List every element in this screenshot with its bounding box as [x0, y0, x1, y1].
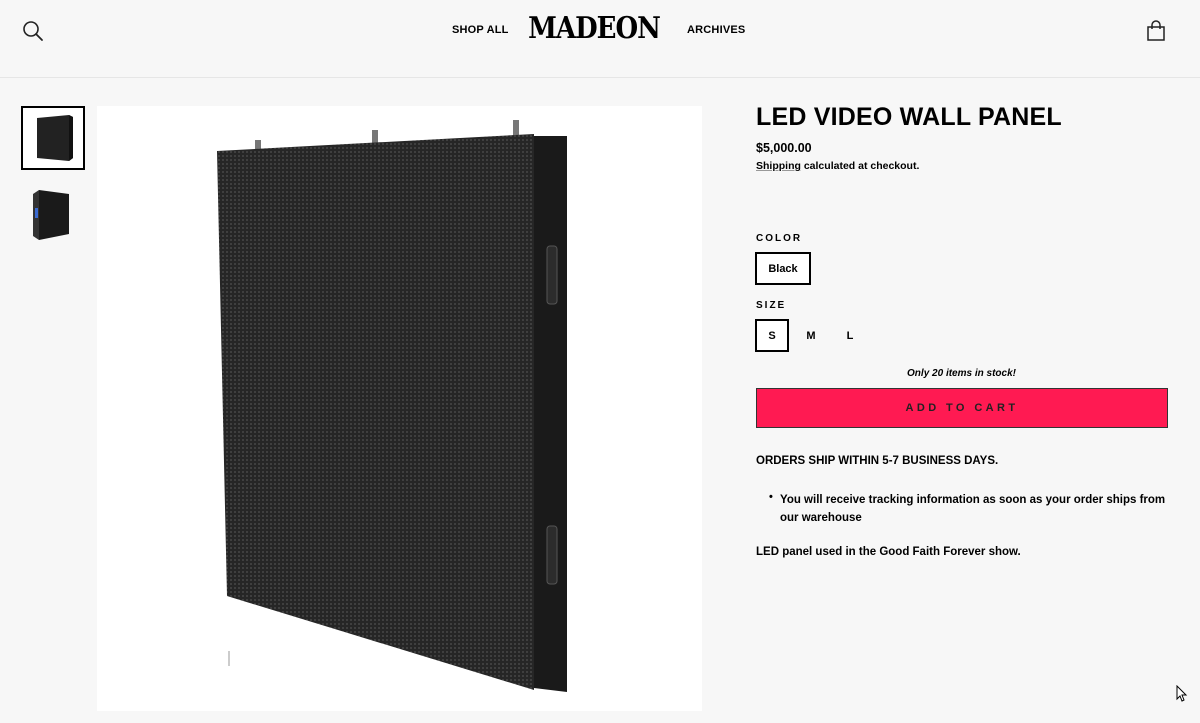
site-header: SHOP ALL MADEON ARCHIVES: [0, 0, 1200, 78]
description-bullet: You will receive tracking information as…: [780, 494, 1166, 524]
mouse-cursor-icon: [1176, 684, 1188, 703]
led-panel-back-thumb-icon: [33, 190, 69, 240]
stock-message: Only 20 items in stock!: [907, 368, 1016, 379]
size-option-s[interactable]: S: [755, 319, 789, 352]
product-main-image[interactable]: [97, 106, 702, 711]
description-heading: ORDERS SHIP WITHIN 5-7 BUSINESS DAYS.: [756, 455, 999, 467]
led-panel-thumb-icon: [37, 115, 73, 161]
shipping-link[interactable]: Shipping: [756, 160, 801, 172]
search-icon[interactable]: [22, 20, 44, 42]
size-option-l[interactable]: L: [833, 319, 867, 352]
bullet-icon: •: [769, 491, 773, 503]
description-body: LED panel used in the Good Faith Forever…: [756, 546, 1021, 558]
site-logo[interactable]: MADEON: [528, 9, 661, 48]
shopping-bag-icon[interactable]: [1146, 20, 1166, 42]
led-panel-image: [217, 120, 567, 692]
product-title: LED VIDEO WALL PANEL: [756, 103, 1062, 131]
shipping-note-text: calculated at checkout.: [800, 160, 920, 172]
thumbnail-front[interactable]: [21, 106, 85, 170]
size-label: SIZE: [756, 300, 787, 311]
thumbnail-back[interactable]: [21, 182, 85, 246]
color-option-black[interactable]: Black: [755, 252, 811, 285]
shipping-note: Shipping calculated at checkout.: [756, 160, 919, 172]
color-label: COLOR: [756, 233, 803, 244]
nav-shop-all[interactable]: SHOP ALL: [452, 24, 509, 36]
add-to-cart-button[interactable]: ADD TO CART: [756, 388, 1168, 428]
size-option-m[interactable]: M: [794, 319, 828, 352]
product-price: $5,000.00: [756, 141, 812, 155]
nav-archives[interactable]: ARCHIVES: [687, 24, 745, 36]
